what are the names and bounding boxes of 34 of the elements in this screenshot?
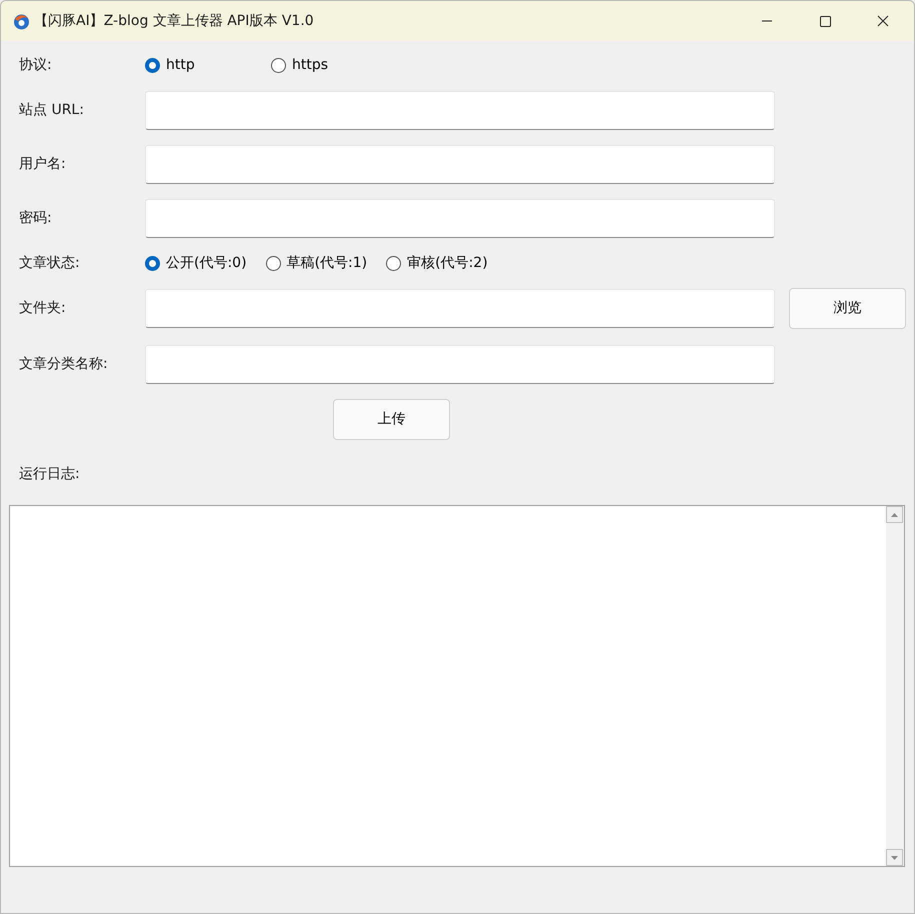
browse-button[interactable]: 浏览	[789, 288, 906, 329]
radio-option[interactable]: 公开(代号:0)	[145, 252, 247, 274]
log-label: 运行日志:	[19, 465, 81, 484]
field-label: 密码:	[19, 209, 53, 228]
input-field[interactable]	[145, 91, 775, 130]
maximize-icon	[818, 14, 832, 28]
window-title: 【闪豚AI】Z-blog 文章上传器 API版本 V1.0	[34, 12, 314, 30]
field-label: 用户名:	[19, 155, 67, 174]
field-label: 文章状态:	[19, 254, 81, 272]
input-field[interactable]	[145, 289, 775, 328]
field-label: 协议:	[19, 56, 53, 74]
radio-option[interactable]: 草稿(代号:1)	[266, 252, 368, 274]
app-logo-icon	[13, 12, 30, 30]
scrollbar[interactable]	[886, 506, 904, 866]
up-arrow-icon	[891, 512, 898, 516]
radio-button[interactable]	[271, 58, 286, 72]
radio-button[interactable]	[145, 256, 160, 270]
input-field[interactable]	[145, 145, 775, 184]
radio-button[interactable]	[145, 58, 160, 72]
input-field[interactable]	[145, 345, 775, 384]
upload-button[interactable]: 上传	[333, 399, 450, 440]
input-field[interactable]	[145, 199, 775, 238]
radio-option[interactable]: 审核(代号:2)	[386, 252, 488, 274]
field-label: 站点 URL:	[19, 101, 85, 120]
field-label: 文件夹:	[19, 299, 67, 318]
close-icon	[876, 14, 890, 28]
radio-option[interactable]: http	[145, 54, 195, 76]
scroll-up-button[interactable]	[886, 506, 903, 523]
radio-option[interactable]: https	[271, 54, 328, 76]
scroll-down-button[interactable]	[886, 849, 903, 866]
field-label: 文章分类名称:	[19, 355, 109, 374]
down-arrow-icon	[891, 856, 898, 860]
radio-button[interactable]	[266, 256, 281, 270]
radio-button[interactable]	[386, 256, 402, 270]
